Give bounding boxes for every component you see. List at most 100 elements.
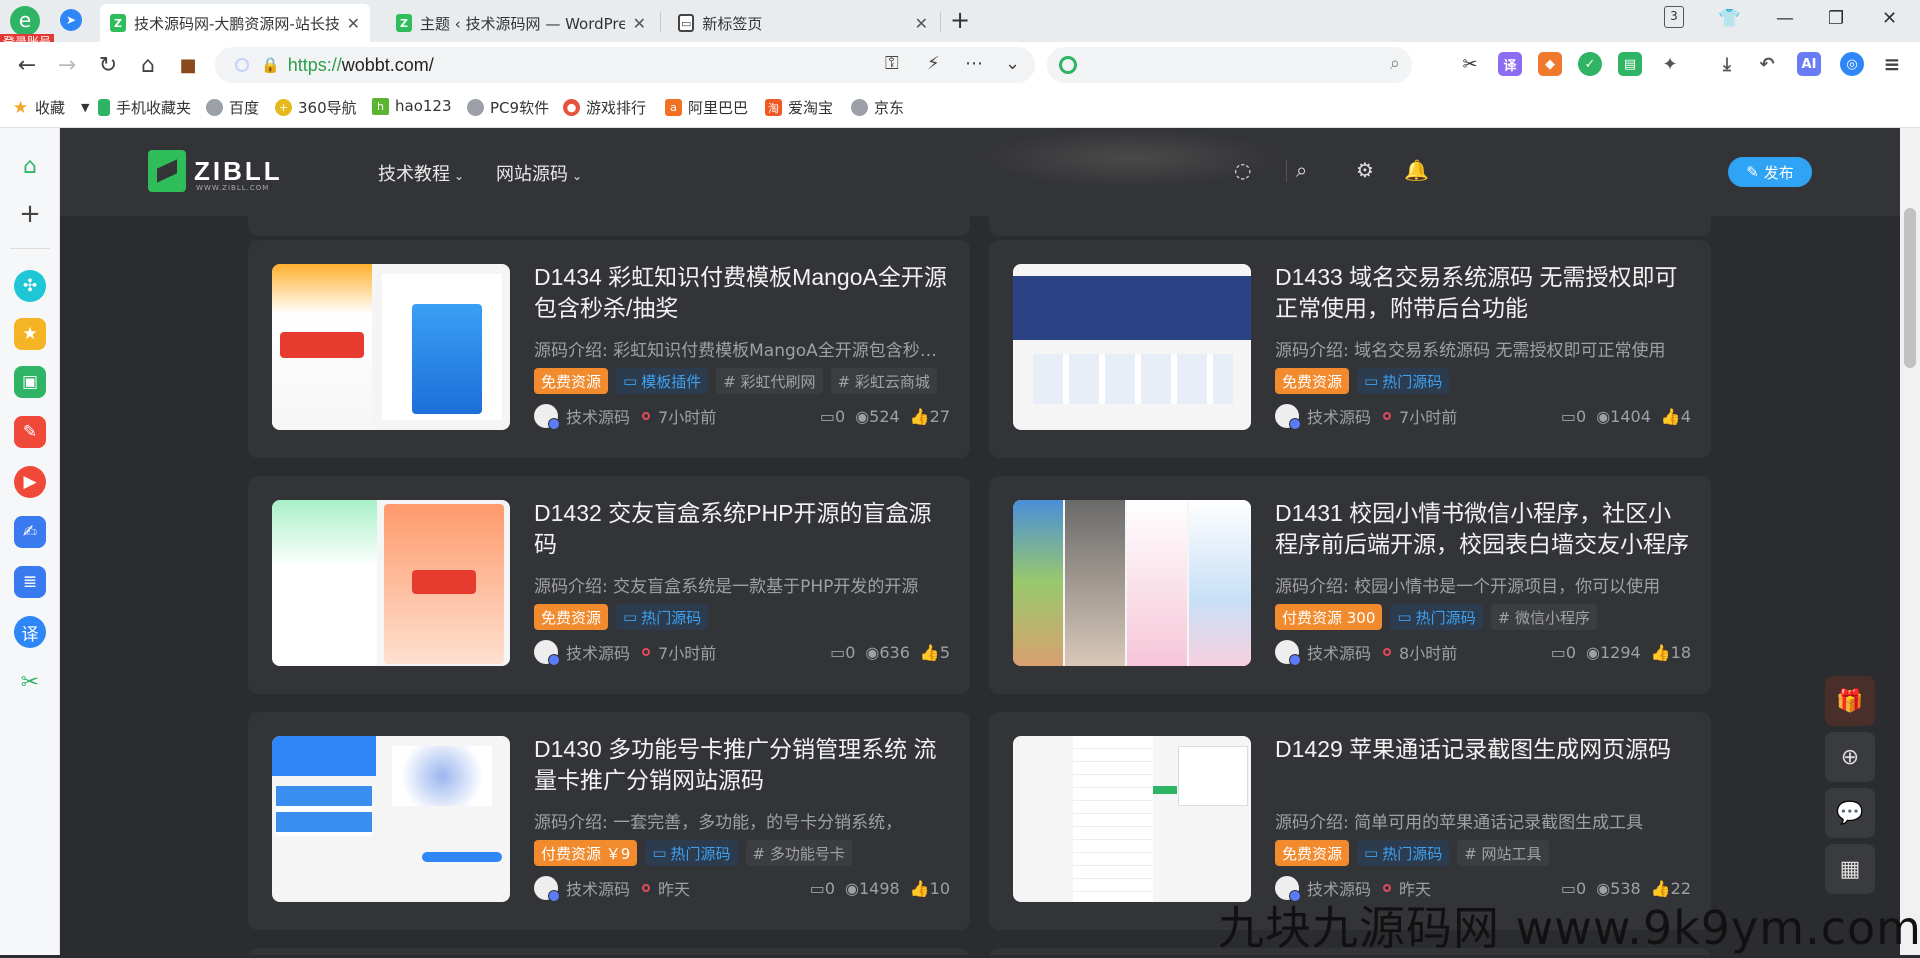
- bookmark-mobile[interactable]: 手机收藏夹: [98, 97, 191, 118]
- post-thumbnail[interactable]: [1013, 500, 1251, 666]
- post-card[interactable]: D1433 域名交易系统源码 无需授权即可正常使用，附带后台功能 源码介绍: 域…: [989, 240, 1711, 458]
- bookmark-hao123[interactable]: h hao123: [372, 97, 452, 115]
- translate-icon[interactable]: 译: [1498, 52, 1522, 76]
- post-title[interactable]: D1433 域名交易系统源码 无需授权即可正常使用，附带后台功能: [1275, 262, 1691, 324]
- avatar[interactable]: [1275, 404, 1301, 430]
- game-icon[interactable]: ◆: [1538, 52, 1562, 76]
- qrcode-button[interactable]: ▦: [1825, 844, 1875, 894]
- like-count[interactable]: 👍4: [1661, 407, 1691, 426]
- keyword-tag[interactable]: # 网站工具: [1457, 840, 1549, 866]
- post-thumbnail[interactable]: [1013, 736, 1251, 902]
- close-tab-icon[interactable]: ✕: [339, 14, 360, 33]
- tab-wordpress[interactable]: Z 主题 ‹ 技术源码网 — WordPress ✕: [386, 4, 656, 42]
- close-window-icon[interactable]: ✕: [1882, 8, 1897, 29]
- bookmark-alibaba[interactable]: a 阿里巴巴: [665, 97, 748, 118]
- author-name[interactable]: 技术源码: [566, 404, 630, 428]
- close-tab-icon[interactable]: ✕: [907, 14, 928, 33]
- settings-gear-icon[interactable]: ⚙: [1356, 158, 1374, 182]
- sidebar-add-icon[interactable]: +: [14, 198, 46, 230]
- new-tab-plus-icon[interactable]: +: [950, 6, 970, 34]
- keyword-tag[interactable]: # 多功能号卡: [745, 840, 852, 866]
- post-card[interactable]: D1432 交友盲盒系统PHP开源的盲盒源码 源码介绍: 交友盲盒系统是一款基于…: [248, 476, 970, 694]
- post-title[interactable]: D1431 校园小情书微信小程序，社区小程序前后端开源，校园表白墙交友小程序: [1275, 498, 1691, 560]
- browser-logo-icon[interactable]: e: [10, 6, 40, 36]
- sidebar-pdf-ai-icon[interactable]: ✎: [14, 416, 46, 448]
- post-thumbnail[interactable]: [1013, 264, 1251, 430]
- bookmark-360[interactable]: +360导航: [275, 97, 357, 118]
- back-icon[interactable]: ←: [12, 50, 42, 80]
- scrollbar-thumb[interactable]: [1904, 208, 1916, 368]
- tag-badge[interactable]: 免费资源: [534, 368, 609, 394]
- bookmark-games[interactable]: ● 游戏排行: [563, 97, 646, 118]
- browser-assistant-icon[interactable]: ◎: [1840, 52, 1864, 76]
- sidebar-image-ai-icon[interactable]: ▣: [14, 366, 46, 398]
- tag-badge[interactable]: 付费资源 ￥9: [534, 840, 638, 866]
- nav-source-code[interactable]: 网站源码 ⌄: [496, 160, 582, 186]
- check-icon[interactable]: ✓: [1578, 52, 1602, 76]
- like-count[interactable]: 👍18: [1651, 643, 1691, 662]
- bookmark-favorites[interactable]: ★ 收藏 ▼: [12, 97, 90, 118]
- post-card[interactable]: D1434 彩虹知识付费模板MangoA全开源包含秒杀/抽奖 源码介绍: 彩虹知…: [248, 240, 970, 458]
- tag-badge[interactable]: 免费资源: [1275, 840, 1350, 866]
- author-name[interactable]: 技术源码: [1307, 404, 1371, 428]
- sidebar-scissors-icon[interactable]: ✂: [14, 666, 46, 698]
- site-logo[interactable]: ZIBLL WWW.ZIBLL.COM: [148, 150, 283, 192]
- category-badge[interactable]: ▭ 热门源码: [1357, 368, 1450, 394]
- like-count[interactable]: 👍27: [910, 407, 950, 426]
- close-tab-icon[interactable]: ✕: [625, 14, 646, 33]
- bell-icon[interactable]: 🔔: [1404, 158, 1429, 182]
- author-name[interactable]: 技术源码: [1307, 640, 1371, 664]
- home-icon[interactable]: ⌂: [133, 50, 163, 80]
- wechat-button[interactable]: 💬: [1825, 788, 1875, 838]
- sidebar-video-ai-icon[interactable]: ▶: [14, 466, 46, 498]
- scissors-icon[interactable]: ✂: [1458, 52, 1482, 76]
- briefcase-icon[interactable]: ■: [173, 50, 203, 80]
- post-thumbnail[interactable]: [272, 500, 510, 666]
- url-text[interactable]: https://wobbt.com/: [288, 55, 434, 76]
- minimize-icon[interactable]: —: [1776, 8, 1794, 29]
- bulb-icon[interactable]: ◌: [1234, 158, 1251, 182]
- post-title[interactable]: D1429 苹果通话记录截图生成网页源码: [1275, 734, 1691, 765]
- post-thumbnail[interactable]: [272, 736, 510, 902]
- lightning-icon[interactable]: ⚡: [927, 53, 940, 74]
- download-icon[interactable]: ⤓: [1715, 52, 1739, 76]
- bookmark-jd[interactable]: 京东: [851, 97, 904, 118]
- post-thumbnail[interactable]: [272, 264, 510, 430]
- reload-icon[interactable]: ↻: [93, 50, 123, 80]
- post-title[interactable]: D1432 交友盲盒系统PHP开源的盲盒源码: [534, 498, 950, 560]
- category-badge[interactable]: ▭ 模板插件: [616, 368, 709, 394]
- extensions-icon[interactable]: ✦: [1658, 52, 1682, 76]
- search-icon[interactable]: ⌕: [1390, 53, 1400, 74]
- category-badge[interactable]: ▭ 热门源码: [616, 604, 709, 630]
- post-card[interactable]: D1431 校园小情书微信小程序，社区小程序前后端开源，校园表白墙交友小程序 源…: [989, 476, 1711, 694]
- forward-icon[interactable]: →: [52, 50, 82, 80]
- nav-tutorials[interactable]: 技术教程 ⌄: [378, 160, 464, 186]
- avatar[interactable]: [534, 640, 560, 666]
- avatar[interactable]: [1275, 640, 1301, 666]
- category-badge[interactable]: ▭ 热门源码: [1390, 604, 1483, 630]
- post-card[interactable]: D1430 多功能号卡推广分销管理系统 流量卡推广分销网站源码 源码介绍: 一套…: [248, 712, 970, 930]
- sidebar-translate-icon[interactable]: 译: [14, 616, 46, 648]
- post-title[interactable]: D1430 多功能号卡推广分销管理系统 流量卡推广分销网站源码: [534, 734, 950, 796]
- keyword-tag[interactable]: # 彩虹代刷网: [716, 368, 823, 394]
- category-badge[interactable]: ▭ 热门源码: [1357, 840, 1450, 866]
- author-name[interactable]: 技术源码: [566, 640, 630, 664]
- search-icon[interactable]: ⌕: [1296, 158, 1307, 182]
- ai-icon[interactable]: AI: [1797, 52, 1821, 76]
- search-engine-icon[interactable]: [1059, 56, 1077, 74]
- sidebar-app-icon[interactable]: ✣: [14, 270, 46, 302]
- keyword-tag[interactable]: # 微信小程序: [1490, 604, 1597, 630]
- sidebar-doc-ai-icon[interactable]: ≣: [14, 566, 46, 598]
- bookmark-pc9[interactable]: PC9软件: [467, 97, 549, 118]
- search-input[interactable]: ⌕: [1047, 47, 1412, 83]
- author-name[interactable]: 技术源码: [566, 876, 630, 900]
- book-icon[interactable]: ▤: [1618, 52, 1642, 76]
- tag-badge[interactable]: 免费资源: [534, 604, 609, 630]
- gift-button[interactable]: 🎁: [1825, 676, 1875, 726]
- sidebar-home-icon[interactable]: ⌂: [14, 150, 46, 182]
- tab-count-badge[interactable]: 3: [1664, 6, 1684, 28]
- url-bar[interactable]: 🔒 https://wobbt.com/ ⚿ ⚡ ⋯ ⌄: [215, 47, 1035, 83]
- telegram-icon[interactable]: ➤: [60, 9, 82, 31]
- undo-icon[interactable]: ↶: [1755, 52, 1779, 76]
- bookmark-aitaobao[interactable]: 淘爱淘宝: [765, 97, 833, 118]
